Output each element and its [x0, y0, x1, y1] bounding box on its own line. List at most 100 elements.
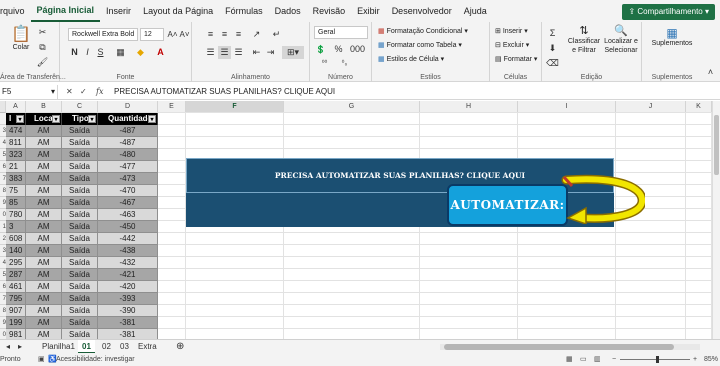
menu-insert[interactable]: Inserir: [100, 0, 137, 22]
cell-quantidade[interactable]: -477: [98, 161, 158, 173]
underline-icon[interactable]: S: [94, 46, 107, 59]
cell-tipo[interactable]: Saída: [62, 125, 98, 137]
delete-cells-button[interactable]: ⊟ Excluir ▾: [495, 41, 529, 49]
cell-quantidade[interactable]: -487: [98, 125, 158, 137]
cell-local[interactable]: AM: [26, 329, 62, 339]
cell-quantidade[interactable]: -390: [98, 305, 158, 317]
sheet-tab-extra[interactable]: Extra: [134, 340, 161, 354]
cell-id[interactable]: 75: [6, 185, 26, 197]
addins-button[interactable]: ▦ Suplementos: [646, 26, 698, 47]
cell-local[interactable]: AM: [26, 305, 62, 317]
align-left-icon[interactable]: ☰: [204, 46, 217, 59]
cell-tipo[interactable]: Saída: [62, 257, 98, 269]
cell-local[interactable]: AM: [26, 317, 62, 329]
cell-tipo[interactable]: Saída: [62, 161, 98, 173]
cell-id[interactable]: 140: [6, 245, 26, 257]
cell-styles-button[interactable]: ▦ Estilos de Célula ▾: [378, 55, 444, 63]
cell-id[interactable]: 199: [6, 317, 26, 329]
menu-developer[interactable]: Desenvolvedor: [386, 0, 458, 22]
cell-tipo[interactable]: Saída: [62, 305, 98, 317]
cell-id[interactable]: 608: [6, 233, 26, 245]
filter-dropdown-icon[interactable]: ▾: [88, 115, 96, 123]
cell-tipo[interactable]: Saída: [62, 317, 98, 329]
cell-quantidade[interactable]: -421: [98, 269, 158, 281]
cut-icon[interactable]: ✂: [36, 26, 49, 39]
number-format-select[interactable]: Geral: [314, 26, 368, 39]
bold-icon[interactable]: N: [68, 46, 81, 59]
cell-id[interactable]: 811: [6, 137, 26, 149]
filter-dropdown-icon[interactable]: ▾: [148, 115, 156, 123]
cell-tipo[interactable]: Saída: [62, 137, 98, 149]
cell-local[interactable]: AM: [26, 233, 62, 245]
cell-id[interactable]: 85: [6, 197, 26, 209]
cell-local[interactable]: AM: [26, 137, 62, 149]
cell-quantidade[interactable]: -442: [98, 233, 158, 245]
cell-tipo[interactable]: Saída: [62, 221, 98, 233]
cell-local[interactable]: AM: [26, 173, 62, 185]
format-as-table-button[interactable]: ▦ Formatar como Tabela ▾: [378, 41, 462, 49]
menu-home[interactable]: Página Inicial: [30, 1, 101, 22]
sheet-tab-02[interactable]: 02: [98, 340, 115, 354]
cell-quantidade[interactable]: -450: [98, 221, 158, 233]
collapse-ribbon-icon[interactable]: ˄: [704, 66, 717, 79]
align-bottom-icon[interactable]: ≡: [232, 28, 245, 41]
cell-id[interactable]: 981: [6, 329, 26, 339]
cell-tipo[interactable]: Saída: [62, 233, 98, 245]
cell-tipo[interactable]: Saída: [62, 245, 98, 257]
find-select-button[interactable]: 🔍 Localizar e Selecionar: [602, 25, 640, 55]
fill-color-icon[interactable]: ◆: [134, 46, 147, 59]
cell-local[interactable]: AM: [26, 149, 62, 161]
cell-quantidade[interactable]: -467: [98, 197, 158, 209]
worksheet-grid[interactable]: A B C D E F G H I J K 345678901234567890…: [0, 101, 712, 339]
cell-tipo[interactable]: Saída: [62, 281, 98, 293]
vertical-scroll-thumb[interactable]: [714, 115, 719, 175]
menu-formulas[interactable]: Fórmulas: [219, 0, 269, 22]
menu-view[interactable]: Exibir: [351, 0, 386, 22]
cell-quantidade[interactable]: -420: [98, 281, 158, 293]
format-cells-button[interactable]: ▤ Formatar ▾: [495, 55, 537, 63]
cell-id[interactable]: 780: [6, 209, 26, 221]
zoom-slider[interactable]: [620, 356, 690, 363]
cell-tipo[interactable]: Saída: [62, 173, 98, 185]
cell-quantidade[interactable]: -470: [98, 185, 158, 197]
cell-quantidade[interactable]: -393: [98, 293, 158, 305]
menu-review[interactable]: Revisão: [307, 0, 352, 22]
cell-local[interactable]: AM: [26, 197, 62, 209]
format-painter-icon[interactable]: 🖌: [36, 56, 49, 69]
outdent-icon[interactable]: ⇥: [264, 46, 277, 59]
sheet-tab-03[interactable]: 03: [116, 340, 133, 354]
wrap-text-icon[interactable]: ↵: [270, 28, 283, 41]
scroll-tabs-right-icon[interactable]: ▸: [14, 340, 26, 354]
sort-filter-button[interactable]: ⇅ Classificar e Filtrar: [566, 25, 602, 55]
cell-id[interactable]: 383: [6, 173, 26, 185]
align-middle-icon[interactable]: ≡: [218, 28, 231, 41]
cell-quantidade[interactable]: -473: [98, 173, 158, 185]
name-box[interactable]: F5 ▾: [0, 85, 58, 99]
formula-input[interactable]: PRECISA AUTOMATIZAR SUAS PLANILHAS? CLIQ…: [114, 84, 335, 100]
zoom-level[interactable]: 85%: [704, 353, 718, 366]
cell-tipo[interactable]: Saída: [62, 149, 98, 161]
cell-tipo[interactable]: Saída: [62, 185, 98, 197]
currency-icon[interactable]: 💲: [314, 43, 327, 56]
enter-icon[interactable]: ✓: [80, 84, 87, 100]
fill-icon[interactable]: ⬇: [546, 42, 559, 55]
orientation-icon[interactable]: ↗: [250, 28, 263, 41]
cell-quantidade[interactable]: -480: [98, 149, 158, 161]
cell-id[interactable]: 21: [6, 161, 26, 173]
cell-local[interactable]: AM: [26, 209, 62, 221]
sheet-tab-01[interactable]: 01: [78, 340, 95, 354]
italic-icon[interactable]: I: [81, 46, 94, 59]
menu-page-layout[interactable]: Layout da Página: [137, 0, 219, 22]
filter-dropdown-icon[interactable]: ▾: [16, 115, 24, 123]
automatizar-button[interactable]: AUTOMATIZAR:: [447, 184, 568, 226]
cell-local[interactable]: AM: [26, 269, 62, 281]
cell-local[interactable]: AM: [26, 281, 62, 293]
cell-quantidade[interactable]: -381: [98, 317, 158, 329]
horizontal-scroll-thumb[interactable]: [444, 344, 674, 350]
cell-quantidade[interactable]: -463: [98, 209, 158, 221]
page-layout-view-icon[interactable]: ▭: [580, 353, 587, 366]
cell-quantidade[interactable]: -432: [98, 257, 158, 269]
cell-local[interactable]: AM: [26, 257, 62, 269]
cell-local[interactable]: AM: [26, 221, 62, 233]
copy-icon[interactable]: ⧉: [36, 41, 49, 54]
